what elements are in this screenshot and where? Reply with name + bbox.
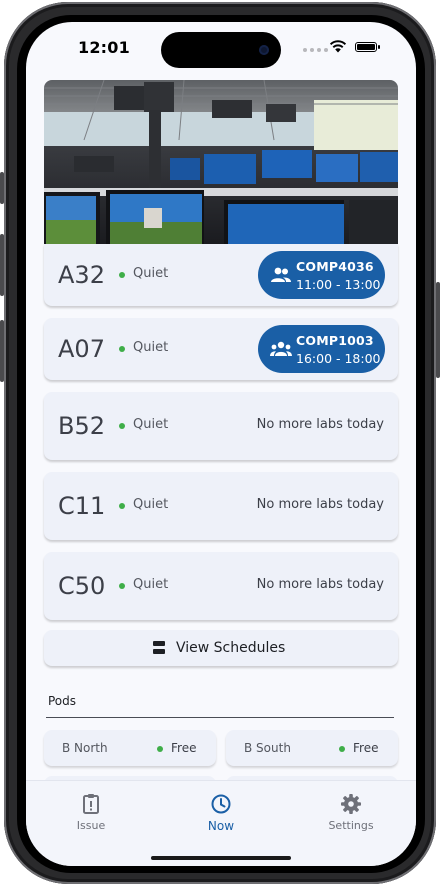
tab-bar: Issue Now Settings bbox=[26, 780, 416, 866]
no-labs-text: No more labs today bbox=[256, 497, 384, 512]
quiet-status-dot bbox=[119, 503, 125, 509]
action-button bbox=[0, 172, 4, 204]
lab-status: Quiet bbox=[133, 340, 169, 355]
group-icon bbox=[271, 267, 291, 282]
view-schedules-label: View Schedules bbox=[176, 640, 286, 656]
lab-status: Quiet bbox=[133, 497, 169, 512]
lab-photo bbox=[44, 80, 398, 244]
lab-name: C50 bbox=[58, 572, 106, 600]
pod-status: Free bbox=[353, 741, 379, 755]
quiet-status-dot bbox=[119, 423, 125, 429]
free-status-dot bbox=[339, 746, 345, 752]
battery-icon bbox=[355, 42, 380, 52]
tab-issue-label: Issue bbox=[76, 819, 106, 832]
volume-up-button bbox=[0, 234, 4, 296]
tab-settings-label: Settings bbox=[328, 819, 374, 832]
lab-card[interactable]: A07 Quiet COMP1003 16:00 - 18:00 bbox=[44, 318, 398, 380]
pod-name: B North bbox=[62, 741, 108, 755]
volume-down-button bbox=[0, 320, 4, 382]
clock-icon bbox=[211, 794, 231, 814]
tab-now[interactable]: Now bbox=[176, 793, 266, 833]
course-time: 11:00 - 13:00 bbox=[296, 277, 381, 292]
lab-card[interactable]: A32 Quiet COMP4036 11:00 - 13:00 bbox=[44, 244, 398, 306]
tab-settings[interactable]: Settings bbox=[306, 793, 396, 832]
lab-card[interactable]: B52 Quiet No more labs today bbox=[44, 392, 398, 460]
lab-name: B52 bbox=[58, 412, 106, 440]
schedule-list-icon bbox=[153, 641, 165, 654]
home-indicator[interactable] bbox=[151, 856, 291, 860]
quiet-status-dot bbox=[119, 583, 125, 589]
no-labs-text: No more labs today bbox=[256, 577, 384, 592]
lab-name: A32 bbox=[58, 261, 105, 289]
pod-status: Free bbox=[171, 741, 197, 755]
status-time: 12:01 bbox=[78, 38, 130, 57]
issue-icon bbox=[83, 794, 99, 814]
lab-status: Quiet bbox=[133, 417, 169, 432]
course-code: COMP1003 bbox=[296, 333, 374, 348]
tab-now-label: Now bbox=[207, 819, 235, 833]
groups-icon bbox=[270, 341, 292, 356]
pod-card[interactable]: B South Free bbox=[226, 730, 398, 766]
lab-status: Quiet bbox=[133, 577, 169, 592]
lab-card[interactable]: C11 Quiet No more labs today bbox=[44, 472, 398, 540]
lab-status: Quiet bbox=[133, 266, 169, 281]
app-screen: 12:01 A32 Quiet COMP4036 11:00 - 13:00 A… bbox=[26, 22, 416, 866]
pods-divider bbox=[46, 717, 394, 718]
pod-name: B South bbox=[244, 741, 291, 755]
wifi-icon bbox=[329, 40, 347, 53]
lab-card[interactable]: C50 Quiet No more labs today bbox=[44, 552, 398, 620]
quiet-status-dot bbox=[119, 272, 125, 278]
next-class-pill[interactable]: COMP4036 11:00 - 13:00 bbox=[258, 251, 385, 299]
view-schedules-button[interactable]: View Schedules bbox=[44, 630, 398, 666]
course-time: 16:00 - 18:00 bbox=[296, 351, 381, 366]
next-class-pill[interactable]: COMP1003 16:00 - 18:00 bbox=[258, 325, 385, 373]
course-code: COMP4036 bbox=[296, 259, 374, 274]
camera-icon bbox=[259, 45, 269, 55]
quiet-status-dot bbox=[119, 346, 125, 352]
tab-issue[interactable]: Issue bbox=[46, 793, 136, 832]
cellular-signal-icon bbox=[303, 48, 328, 52]
no-labs-text: No more labs today bbox=[256, 417, 384, 432]
pods-heading: Pods bbox=[48, 694, 77, 708]
pod-card[interactable]: B North Free bbox=[44, 730, 216, 766]
now-content: A32 Quiet COMP4036 11:00 - 13:00 A07 Qui… bbox=[26, 80, 416, 780]
power-button bbox=[436, 282, 440, 378]
lab-name: C11 bbox=[58, 492, 106, 520]
lab-name: A07 bbox=[58, 335, 105, 363]
gear-icon bbox=[341, 794, 361, 814]
dynamic-island bbox=[161, 32, 281, 68]
free-status-dot bbox=[157, 746, 163, 752]
